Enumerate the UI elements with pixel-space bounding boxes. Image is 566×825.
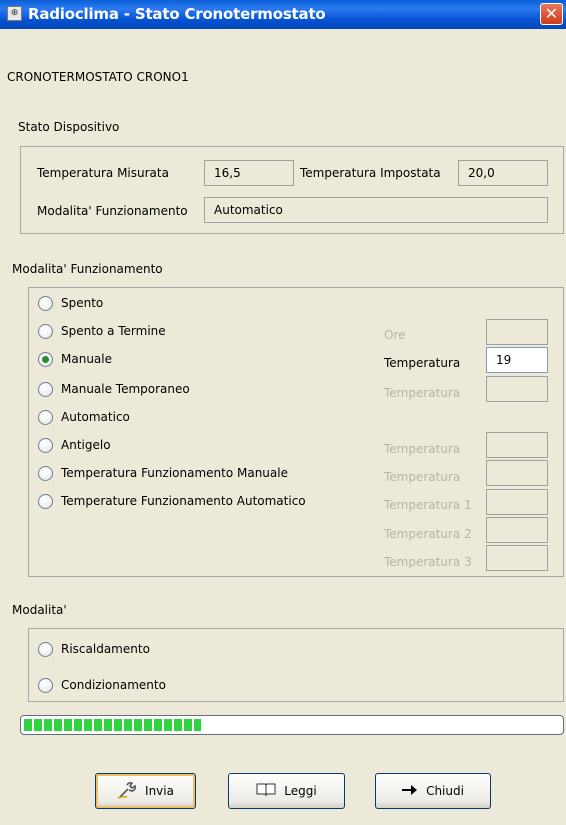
temperatura-2-field xyxy=(486,517,548,543)
book-icon xyxy=(256,782,276,801)
temperatura-1-label: Temperatura 1 xyxy=(384,498,472,512)
temperatura-manuale-input[interactable]: 19 xyxy=(486,347,548,373)
invia-button[interactable]: Invia xyxy=(95,773,196,809)
wrench-icon xyxy=(117,781,137,802)
chiudi-label: Chiudi xyxy=(426,784,464,798)
radio-button[interactable] xyxy=(38,494,53,509)
radio-label: Riscaldamento xyxy=(61,642,150,656)
modalita-funzionamento-label: Modalita' Funzionamento xyxy=(37,204,188,218)
invia-label: Invia xyxy=(145,784,174,798)
close-window-button[interactable]: ✕ xyxy=(540,3,563,25)
modalita-funzionamento-field: Automatico xyxy=(204,197,548,223)
radio-label: Condizionamento xyxy=(61,678,166,692)
modalita-funzionamento-heading: Modalita' Funzionamento xyxy=(12,262,163,276)
progress-fill xyxy=(24,719,201,731)
stato-dispositivo-heading: Stato Dispositivo xyxy=(18,120,120,134)
temperatura-impostata-label: Temperatura Impostata xyxy=(300,166,441,180)
chiudi-button[interactable]: Chiudi xyxy=(375,773,491,809)
temperatura-antigelo-label: Temperatura xyxy=(384,442,461,456)
radio-label: Automatico xyxy=(61,410,130,424)
temperatura-3-label: Temperatura 3 xyxy=(384,555,472,569)
window-title: Radioclima - Stato Cronotermostato xyxy=(28,5,326,23)
temperatura-temporaneo-field xyxy=(486,376,548,402)
radio-label: Spento xyxy=(61,296,104,310)
device-name: CRONOTERMOSTATO CRONO1 xyxy=(7,70,189,84)
radio-button[interactable] xyxy=(38,324,53,339)
radio-button[interactable] xyxy=(38,382,53,397)
radio-button-selected[interactable] xyxy=(38,352,53,367)
temperatura-impostata-field: 20,0 xyxy=(458,160,548,186)
leggi-button[interactable]: Leggi xyxy=(228,773,345,809)
temperatura-temporaneo-label: Temperatura xyxy=(384,386,461,400)
modalita-heading: Modalita' xyxy=(12,603,67,617)
radio-button[interactable] xyxy=(38,642,53,657)
temperatura-manuale-label: Temperatura xyxy=(384,356,461,370)
progress-bar xyxy=(20,715,564,735)
temperatura-1-field xyxy=(486,489,548,515)
temperatura-2-label: Temperatura 2 xyxy=(384,527,472,541)
temperatura-antigelo-field xyxy=(486,432,548,458)
radio-label: Manuale Temporaneo xyxy=(61,382,190,396)
title-bar[interactable]: ⊕ Radioclima - Stato Cronotermostato ✕ xyxy=(0,0,566,29)
radio-label: Spento a Termine xyxy=(61,324,166,338)
radio-label: Temperature Funzionamento Automatico xyxy=(61,494,306,508)
temperatura-misurata-label: Temperatura Misurata xyxy=(37,166,169,180)
temperatura-funz-manuale-field xyxy=(486,460,548,486)
radio-button[interactable] xyxy=(38,438,53,453)
leggi-label: Leggi xyxy=(284,784,317,798)
radio-label: Temperatura Funzionamento Manuale xyxy=(61,466,288,480)
radio-button[interactable] xyxy=(38,466,53,481)
ore-field xyxy=(486,319,548,345)
radio-label: Antigelo xyxy=(61,438,111,452)
radio-button[interactable] xyxy=(38,296,53,311)
temperatura-funz-manuale-label: Temperatura xyxy=(384,470,461,484)
close-icon: ✕ xyxy=(544,4,559,23)
app-icon[interactable]: ⊕ xyxy=(7,6,22,21)
radio-button[interactable] xyxy=(38,678,53,693)
ore-label: Ore xyxy=(384,328,406,342)
temperatura-misurata-field: 16,5 xyxy=(204,160,294,186)
radio-button[interactable] xyxy=(38,410,53,425)
temperatura-3-field xyxy=(486,545,548,571)
radio-label: Manuale xyxy=(61,352,112,366)
arrow-right-icon xyxy=(402,783,418,799)
